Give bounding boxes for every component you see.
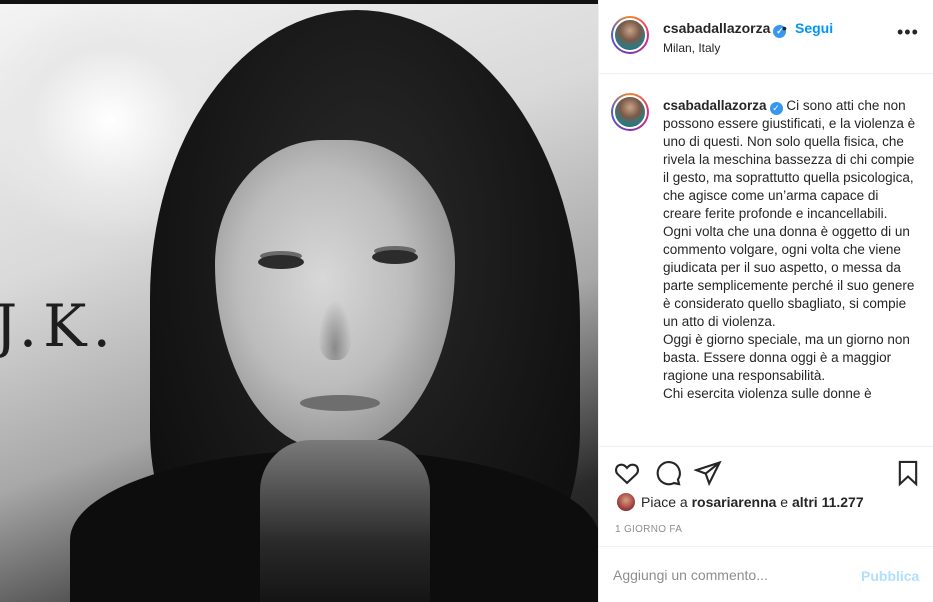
caption-username[interactable]: csabadallazorza [663, 98, 767, 113]
comment-input[interactable] [613, 564, 843, 586]
pillow-embroidery-text: J.K. [0, 292, 117, 360]
caption-text: csabadallazorza ✓ Ci sono atti che non po… [663, 97, 918, 403]
post-side-panel: csabadallazorza ✓ • Segui Milan, Italy ••… [598, 0, 933, 602]
right-eye-shape [372, 250, 418, 264]
nose-shape [318, 300, 352, 360]
author-username-row[interactable]: csabadallazorza ✓ [663, 20, 787, 38]
comment-bar: Pubblica [599, 546, 933, 602]
publish-button[interactable]: Pubblica [861, 568, 919, 584]
separator-dot: • [782, 20, 787, 36]
action-bar [599, 446, 933, 496]
paper-plane-icon[interactable] [694, 459, 722, 487]
caption-paragraph-1: Ci sono atti che non possono essere gius… [663, 98, 916, 221]
left-eye-shape [258, 255, 304, 269]
post-location[interactable]: Milan, Italy [663, 41, 720, 55]
caption-paragraph-4: Chi esercita violenza sulle donne è [663, 386, 872, 401]
caption-paragraph-2: Ogni volta che una donna è oggetto di un… [663, 224, 915, 329]
likes-count-link[interactable]: altri 11.277 [792, 494, 864, 510]
mouth-shape [300, 395, 380, 411]
post-caption: csabadallazorza ✓ Ci sono atti che non po… [599, 75, 933, 445]
liker-username[interactable]: rosariarenna [692, 494, 777, 510]
heart-icon[interactable] [613, 459, 641, 487]
caption-paragraph-3: Oggi è giorno speciale, ma un giorno non… [663, 332, 910, 383]
more-options-icon[interactable]: ••• [897, 22, 919, 43]
neck-shape [260, 440, 430, 602]
follow-button[interactable]: Segui [795, 20, 833, 36]
liker-avatar[interactable] [617, 493, 635, 511]
caption-verified-badge-icon: ✓ [769, 102, 783, 115]
post-timestamp[interactable]: 1 GIORNO FA [615, 524, 682, 535]
post-photo[interactable]: J.K. [0, 0, 598, 602]
bookmark-icon[interactable] [894, 459, 922, 487]
likes-summary: Piace a rosariarenna e altri 11.277 [617, 493, 864, 515]
caption-author-avatar[interactable] [611, 93, 649, 131]
author-avatar[interactable] [611, 16, 649, 54]
author-username[interactable]: csabadallazorza [663, 20, 770, 36]
photo-top-edge [0, 0, 598, 4]
comment-icon[interactable] [654, 459, 682, 487]
likes-prefix: Piace a [641, 494, 692, 510]
post-header: csabadallazorza ✓ • Segui Milan, Italy ••… [599, 0, 933, 74]
likes-middle: e [776, 494, 792, 510]
